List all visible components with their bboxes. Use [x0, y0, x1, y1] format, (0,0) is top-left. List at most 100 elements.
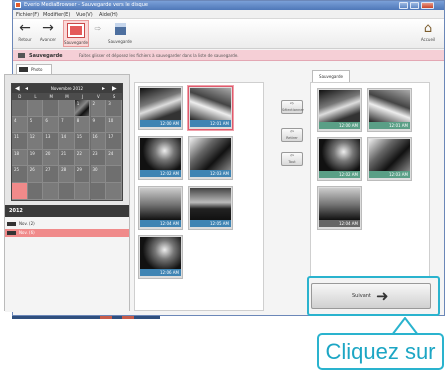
media-thumbnail[interactable]: 12:04 AM [138, 186, 183, 230]
next-year-button[interactable]: ▶ [112, 85, 117, 92]
menu-view[interactable]: Vue(V) [76, 12, 93, 18]
backup-thumbnail[interactable]: 12:01 AM [367, 88, 412, 132]
calendar-day[interactable]: 8 [74, 116, 91, 134]
calendar-day[interactable]: 2 [90, 100, 107, 117]
tab-backup-list[interactable]: Sauvegarde [312, 70, 350, 82]
calendar-day[interactable] [106, 166, 122, 183]
tab-photo[interactable]: Photo [16, 64, 52, 74]
calendar-day[interactable]: 12 [27, 133, 44, 150]
prev-month-button[interactable]: ◂ [25, 85, 28, 92]
calendar-day[interactable]: 10 [106, 116, 122, 134]
calendar-day[interactable]: 3 [106, 100, 122, 117]
calendar-day[interactable] [74, 183, 91, 200]
media-thumbnail-selected[interactable]: 12:01 AM [188, 86, 233, 130]
toolbar: ← Retour → Avancer Sauvegarde ⇨ Sauvegar… [13, 19, 444, 49]
calendar-day[interactable] [27, 100, 44, 117]
photo-image [140, 237, 181, 269]
menu-edit[interactable]: Modifier(E) [43, 12, 70, 18]
close-button[interactable] [421, 2, 434, 9]
media-caption: 12:03 AM [190, 170, 231, 177]
calendar-day[interactable]: 15 [74, 133, 91, 150]
month-list: Nov. (2) Nov. (6) [5, 217, 129, 312]
calendar-day[interactable]: 14 [59, 133, 75, 150]
calendar-day[interactable]: 6 [43, 116, 60, 134]
calendar-day[interactable]: 16 [90, 133, 107, 150]
taskbar-item[interactable] [122, 316, 134, 319]
calendar-day[interactable]: 24 [106, 149, 122, 167]
calendar-day[interactable]: 25 [12, 166, 28, 183]
left-panel-body: ◀ ◂ Novembre 2012 ▸ ▶ DLMMJVS 1234567891… [4, 74, 130, 312]
backup-thumbnail[interactable]: 12:02 AM [317, 137, 362, 181]
home-button[interactable]: ⌂ Accueil [417, 20, 439, 42]
photo-image [190, 188, 231, 220]
folder-icon [7, 231, 16, 235]
calendar-day[interactable]: 29 [74, 166, 91, 183]
strip-instructions: Faites glisser et déposez les fichiers à… [79, 53, 239, 58]
media-thumbnail[interactable]: 12:05 AM [188, 186, 233, 230]
backup-thumbnail[interactable]: 12:00 AM [317, 88, 362, 132]
calendar-day[interactable]: 7 [59, 116, 75, 134]
copy-icon: ⇨ [94, 24, 102, 33]
prev-year-button[interactable]: ◀ [15, 85, 20, 92]
media-caption: 12:02 AM [140, 170, 181, 177]
month-item-selected[interactable]: Nov. (6) [5, 229, 129, 237]
menu-bar: Fichier(F) Modifier(E) Vue(V) Aide(H) [13, 10, 444, 19]
calendar-day[interactable]: 27 [43, 166, 60, 183]
media-thumbnail[interactable]: 12:06 AM [138, 235, 183, 279]
calendar-day[interactable] [43, 100, 60, 117]
calendar-day[interactable] [43, 183, 60, 200]
calendar-day[interactable]: 21 [59, 149, 75, 167]
small-copy-button[interactable]: ⇨ [92, 20, 104, 47]
calendar-day[interactable]: 20 [43, 149, 60, 167]
calendar-day[interactable]: 13 [43, 133, 60, 150]
maximize-button[interactable] [410, 2, 419, 9]
calendar-day[interactable]: 17 [106, 133, 122, 150]
backup-disk-button[interactable]: Sauvegarde [106, 20, 134, 47]
calendar-day[interactable]: 5 [27, 116, 44, 134]
menu-file[interactable]: Fichier(F) [16, 12, 39, 18]
remove-all-button[interactable]: ⇦ Tout [281, 152, 303, 166]
weekday-label: M [49, 94, 53, 99]
minimize-button[interactable] [399, 2, 408, 9]
media-thumbnail[interactable]: 12:02 AM [138, 136, 183, 180]
calendar-day[interactable]: 23 [90, 149, 107, 167]
home-label: Accueil [420, 37, 436, 42]
instruction-strip: Sauvegarde Faites glisser et déposez les… [13, 50, 444, 61]
calendar-day[interactable]: 28 [59, 166, 75, 183]
media-thumbnail[interactable]: 12:00 AM [138, 86, 183, 130]
photo-image [140, 138, 181, 170]
forward-button[interactable]: → Avancer [38, 20, 58, 47]
photo-image [190, 88, 231, 120]
select-button[interactable]: ⇨ Sélectionner [281, 100, 304, 114]
calendar-day[interactable]: 9 [90, 116, 107, 134]
calendar-day[interactable]: 19 [27, 149, 44, 167]
photo-image [319, 139, 360, 171]
backup-thumbnail[interactable]: 12:04 AM [317, 186, 362, 230]
calendar-day[interactable] [59, 183, 75, 200]
month-item[interactable]: Nov. (2) [5, 220, 129, 228]
calendar-day[interactable]: 18 [12, 149, 28, 167]
calendar-day[interactable] [27, 183, 44, 200]
media-caption: 12:01 AM [190, 120, 231, 127]
calendar-day[interactable] [106, 183, 122, 200]
backup-thumbnail[interactable]: 12:03 AM [367, 137, 412, 181]
menu-help[interactable]: Aide(H) [99, 12, 118, 18]
backup-card-button[interactable]: Sauvegarde [63, 20, 89, 47]
remove-button[interactable]: ⇦ Retirer [281, 128, 303, 142]
media-thumbnail[interactable]: 12:03 AM [188, 136, 233, 180]
calendar-day[interactable]: 1 [74, 100, 91, 117]
back-button[interactable]: ← Retour [15, 20, 35, 47]
weekday-label: V [96, 94, 100, 99]
calendar-day[interactable]: 22 [74, 149, 91, 167]
calendar-day[interactable] [90, 183, 107, 200]
calendar-day[interactable] [12, 100, 28, 117]
taskbar-item[interactable] [100, 316, 112, 319]
calendar-day[interactable]: 4 [12, 116, 28, 134]
next-month-button[interactable]: ▸ [102, 85, 105, 92]
calendar-day[interactable]: 11 [12, 133, 28, 150]
calendar-day[interactable] [59, 100, 75, 117]
calendar-day[interactable] [12, 183, 28, 200]
calendar-day[interactable]: 26 [27, 166, 44, 183]
arrow-left-icon: ⇦ [289, 129, 295, 135]
calendar-day[interactable]: 30 [90, 166, 107, 183]
